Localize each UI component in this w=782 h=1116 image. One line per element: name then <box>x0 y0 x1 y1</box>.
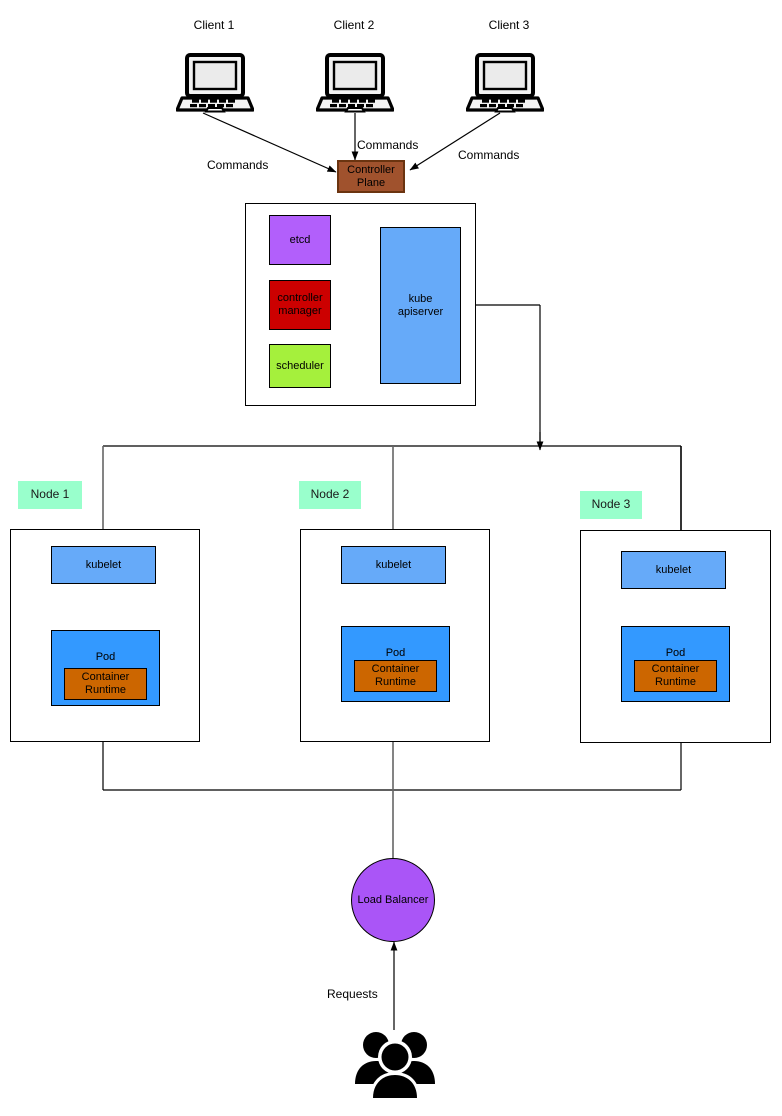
kube-apiserver-box[interactable]: kube apiserver <box>380 227 461 384</box>
controller-plane-label-line2: Plane <box>356 176 386 189</box>
laptop-icon <box>176 52 254 114</box>
commands-label-left: Commands <box>207 158 269 172</box>
node-2-pod-label: Pod <box>385 647 406 659</box>
client-3-label: Client 3 <box>488 18 530 33</box>
laptop-icon <box>316 52 394 114</box>
users-group-icon <box>352 1029 438 1101</box>
laptop-icon <box>466 52 544 114</box>
node-1-pod-label: Pod <box>95 651 116 663</box>
controller-manager-box[interactable]: controller manager <box>269 280 331 330</box>
node-2-kubelet-label: kubelet <box>375 558 412 571</box>
etcd-box[interactable]: etcd <box>269 215 331 265</box>
commands-label-center: Commands <box>357 138 419 152</box>
requests-label: Requests <box>327 987 378 1001</box>
node-1-kubelet-label: kubelet <box>85 558 122 571</box>
node-3-kubelet-label: kubelet <box>655 563 692 576</box>
node-1-kubelet-box[interactable]: kubelet <box>51 546 156 584</box>
node-3-pod-label: Pod <box>665 647 686 659</box>
client-2-label: Client 2 <box>333 18 375 33</box>
kubernetes-architecture-diagram: Client 1 Client 2 Client 3 Commands Comm… <box>0 0 782 1116</box>
load-balancer-circle[interactable]: Load Balancer <box>351 858 435 942</box>
controller-manager-label-line2: manager <box>278 305 322 317</box>
node-1-container-runtime-line1: Container <box>81 671 130 684</box>
node-1-badge: Node 1 <box>18 481 82 509</box>
controller-manager-label-line1: controller <box>277 292 323 305</box>
node-2-container-runtime-line2: Runtime <box>375 676 416 688</box>
commands-label-right: Commands <box>458 148 520 162</box>
node-1-badge-label: Node 1 <box>30 487 70 502</box>
node-3-container-runtime-line1: Container <box>651 663 700 676</box>
scheduler-label: scheduler <box>276 359 324 372</box>
etcd-label: etcd <box>289 233 311 246</box>
node-3-container-runtime-line2: Runtime <box>655 676 696 688</box>
controller-plane-box[interactable]: Controller Plane <box>337 160 405 193</box>
node-2-container-runtime-box[interactable]: Container Runtime <box>354 660 437 692</box>
controller-plane-label-line1: Controller <box>347 163 395 176</box>
client-1-label: Client 1 <box>193 18 235 33</box>
node-2-badge-label: Node 2 <box>310 487 350 502</box>
kube-apiserver-label-line1: kube <box>408 292 433 305</box>
node-3-badge: Node 3 <box>580 491 642 519</box>
node-2-badge: Node 2 <box>299 481 361 509</box>
load-balancer-label: Load Balancer <box>357 893 429 906</box>
kube-apiserver-label-line2: apiserver <box>397 305 444 318</box>
node-2-container-runtime-line1: Container <box>371 663 420 676</box>
node-3-kubelet-box[interactable]: kubelet <box>621 551 726 589</box>
node-3-badge-label: Node 3 <box>591 497 631 512</box>
node-1-container-runtime-line2: Runtime <box>85 684 126 696</box>
node-1-container-runtime-box[interactable]: Container Runtime <box>64 668 147 700</box>
node-3-container-runtime-box[interactable]: Container Runtime <box>634 660 717 692</box>
node-2-kubelet-box[interactable]: kubelet <box>341 546 446 584</box>
scheduler-box[interactable]: scheduler <box>269 344 331 388</box>
